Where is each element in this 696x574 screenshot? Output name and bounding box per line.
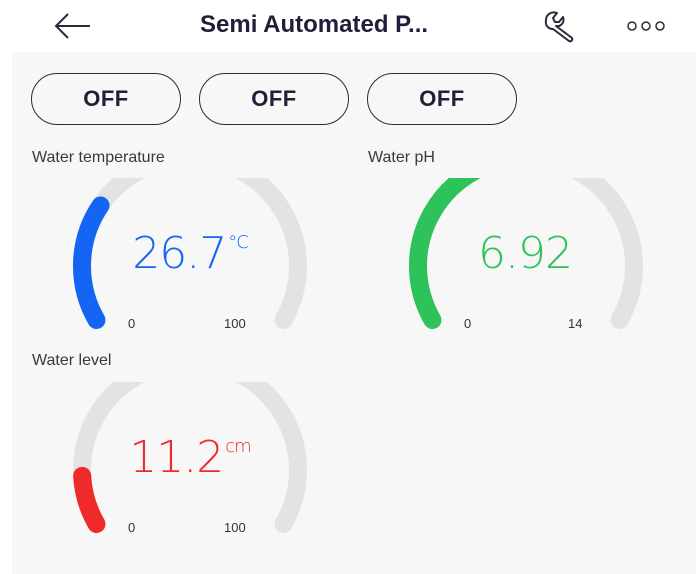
ph-max: 14: [568, 316, 583, 331]
level-max: 100: [224, 520, 246, 535]
temperature-max: 100: [224, 316, 246, 331]
temperature-unit: °C: [228, 232, 249, 253]
level-value: 11.2 cm: [40, 432, 340, 483]
temperature-number: 26.7: [132, 228, 227, 279]
gauge-fill: [73, 466, 106, 533]
switch-button-1[interactable]: OFF: [31, 73, 181, 125]
temperature-gauge: 26.7 °C 0 100: [40, 178, 340, 338]
level-min: 0: [128, 520, 136, 535]
wrench-icon: [544, 11, 574, 43]
back-button[interactable]: [52, 10, 94, 42]
more-button[interactable]: [624, 16, 668, 36]
ph-value: 6.92: [376, 228, 676, 279]
ph-min: 0: [464, 316, 472, 331]
more-horizontal-icon: [627, 21, 665, 31]
level-label: Water level: [32, 352, 112, 369]
ph-gauge: 6.92 0 14: [376, 178, 676, 338]
temperature-min: 0: [128, 316, 136, 331]
ph-label: Water pH: [368, 149, 435, 166]
switch-button-2[interactable]: OFF: [199, 73, 349, 125]
arrow-left-icon: [54, 13, 90, 39]
app-header: Semi Automated P...: [0, 0, 696, 52]
temperature-label: Water temperature: [32, 149, 165, 166]
level-number: 11.2: [129, 432, 224, 483]
temperature-value: 26.7 °C: [40, 228, 340, 279]
level-gauge: 11.2 cm 0 100: [40, 382, 340, 542]
page-title: Semi Automated P...: [200, 11, 429, 38]
settings-button[interactable]: [540, 8, 582, 44]
level-unit: cm: [225, 436, 251, 457]
switch-button-3[interactable]: OFF: [367, 73, 517, 125]
ph-number: 6.92: [478, 228, 573, 279]
